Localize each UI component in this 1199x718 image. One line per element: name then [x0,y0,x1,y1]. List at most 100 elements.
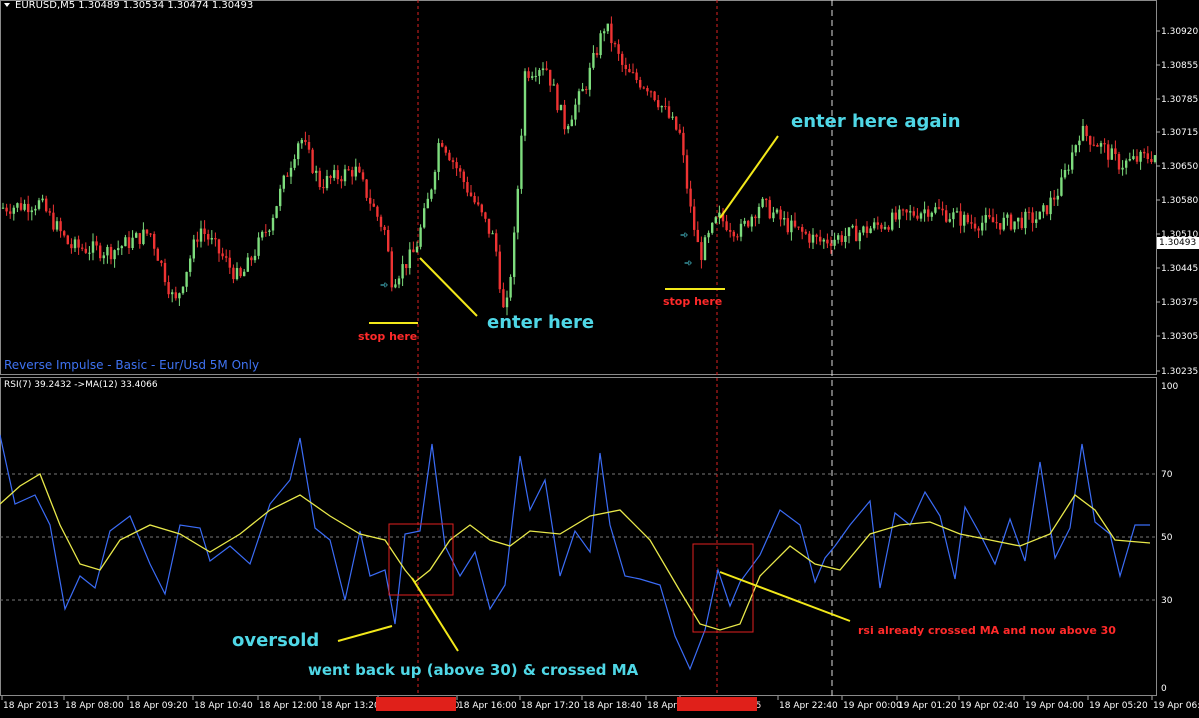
candle-body [675,116,678,130]
candle-body [916,215,919,219]
candle-body [790,220,793,233]
candle-body [433,171,437,190]
candle-body [505,297,509,308]
candle-body [1089,136,1092,145]
candle-body [1074,145,1077,153]
annotation-stop-here-1: stop here [358,330,418,343]
candle-body [142,229,145,245]
candle-body [250,257,253,261]
candle-body [1114,148,1117,155]
candle-body [448,152,451,161]
candle-body [966,214,969,223]
candle-body [1024,211,1027,229]
candle-body [235,268,239,280]
candle-body [73,239,77,249]
candle-body [617,44,620,54]
candle-body [786,218,789,233]
candle-body [559,104,563,111]
candle-body [495,233,498,252]
candle-body [340,179,343,182]
candle-body [545,68,548,70]
candle-body [599,33,602,56]
chart-window[interactable]: ➾ ➾ ➾ 1.30920 1.30855 1.30785 1.30715 1.3065… [0,0,1199,714]
candle-body [765,198,768,201]
candle-body [891,212,894,230]
candle-body [279,188,282,207]
candle-body [70,244,73,249]
candle-body [696,229,699,243]
candle-body [1128,159,1131,161]
candle-body [819,236,822,242]
candle-body [743,220,746,224]
candle-body [747,220,750,227]
candle-body [995,222,998,224]
candle-body [228,257,231,268]
candle-body [484,212,487,219]
candle-body [253,255,257,261]
candle-body [959,211,962,226]
symbol-header: EURUSD,M5 1.30489 1.30534 1.30474 1.3049… [15,0,254,11]
candle-body [693,206,696,230]
candle-body [646,87,649,92]
candle-body [412,249,415,253]
candle-body [984,215,987,223]
collapse-triangle-icon[interactable] [4,3,10,7]
candle-body [52,212,55,230]
candle-body [840,235,843,242]
time-highlight-1 [376,697,456,711]
candle-body [624,64,627,69]
candle-body [127,237,131,249]
candle-body [397,278,401,285]
candle-body [1139,151,1142,162]
candle-body [973,223,977,229]
candle-body [898,209,901,220]
candle-body [390,251,393,288]
candle-body [865,226,869,234]
candle-body [1078,140,1081,146]
candle-body [919,213,923,219]
candle-body [473,196,476,203]
price-tick-label: 1.30715 [1161,128,1198,138]
candle-body [901,209,905,211]
annotation-stop-here-2: stop here [663,295,723,308]
candle-body [725,221,728,231]
candle-body [811,234,815,243]
candle-body [1038,211,1041,220]
candle-body [999,223,1002,230]
chart-canvas[interactable]: ➾ ➾ ➾ 1.30920 1.30855 1.30785 1.30715 1.3065… [0,0,1199,714]
time-tick-label: 19 Apr 06:4 [1153,701,1199,711]
rsi-tick-label: 30 [1161,596,1173,606]
candle-body [426,198,429,209]
candle-body [343,169,347,182]
candle-body [376,206,379,217]
candle-body [595,52,599,56]
candle-body [685,155,689,189]
candle-body [1153,155,1157,162]
candle-body [934,207,937,213]
candle-body [541,68,545,71]
candle-body [275,206,278,218]
candle-body [185,271,188,287]
time-tick-label: 19 Apr 05:20 [1089,701,1148,711]
candle-body [873,222,876,229]
candle-body [822,239,825,242]
pointer-enter-here [419,257,478,317]
candle-body [1035,219,1038,223]
candle-body [682,132,685,156]
candle-body [117,248,120,251]
candle-body [307,141,311,150]
candle-body [1013,221,1016,230]
candle-body [905,209,908,213]
candle-body [1099,143,1103,147]
candle-body [981,222,984,231]
candle-body [135,233,138,238]
candle-body [268,230,271,232]
candle-body [689,188,692,207]
candle-body [430,189,433,199]
candle-body [577,91,581,105]
candle-body [415,246,419,253]
candle-body [977,228,980,231]
rsi-tick-label: 100 [1161,382,1178,392]
candle-body [930,212,933,217]
candle-body [408,249,411,269]
